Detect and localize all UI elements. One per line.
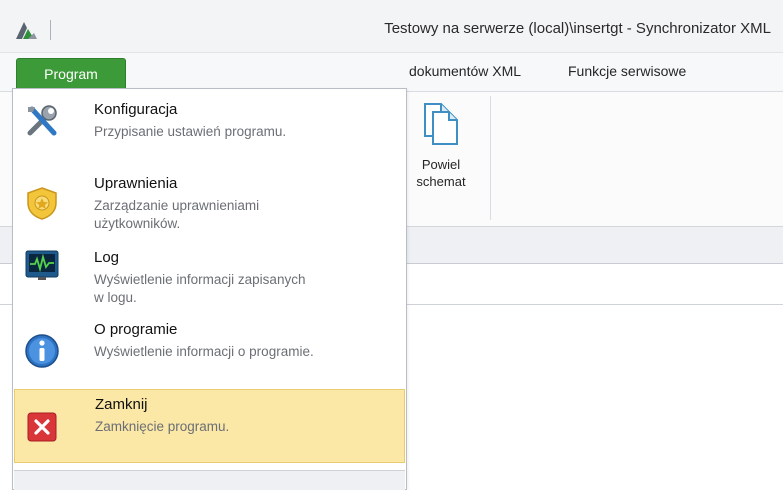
about-label: O programie <box>94 321 178 338</box>
duplicate-schema-button[interactable]: Powiel schemat <box>411 102 471 212</box>
close-icon <box>27 412 57 442</box>
duplicate-schema-label: Powiel schemat <box>416 157 466 189</box>
app-logo-icon[interactable] <box>14 19 38 41</box>
close-label: Zamknij <box>95 396 148 413</box>
menu-item-log[interactable]: Log Wyświetlenie informacji zapisanych w… <box>14 243 405 317</box>
log-description: Wyświetlenie informacji zapisanych w log… <box>94 272 306 305</box>
menu-item-permissions[interactable]: Uprawnienia Zarządzanie uprawnieniami uż… <box>14 169 405 243</box>
window-title: Testowy na serwerze (local)\insertgt - S… <box>384 20 771 37</box>
info-icon <box>25 334 59 368</box>
tools-icon <box>27 105 57 136</box>
tab-xml-documents[interactable]: dokumentów XML <box>409 63 521 79</box>
menu-item-close[interactable]: Zamknij Zamknięcie programu. <box>14 389 405 463</box>
configuration-description: Przypisanie ustawień programu. <box>94 124 287 139</box>
title-bar: Testowy na serwerze (local)\insertgt - S… <box>0 0 783 53</box>
tab-service-functions[interactable]: Funkcje serwisowe <box>568 63 686 79</box>
permissions-label: Uprawnienia <box>94 175 178 192</box>
close-description: Zamknięcie programu. <box>95 419 230 434</box>
permissions-description: Zarządzanie uprawnieniami użytkowników. <box>94 198 260 231</box>
ribbon-group-divider <box>490 96 491 220</box>
shield-icon <box>27 187 57 220</box>
about-description: Wyświetlenie informacji o programie. <box>94 344 314 359</box>
program-menu: Konfiguracja Przypisanie ustawień progra… <box>12 88 407 490</box>
tab-program[interactable]: Program <box>16 58 126 88</box>
configuration-label: Konfiguracja <box>94 101 178 118</box>
duplicate-icon <box>424 103 458 145</box>
menu-item-about[interactable]: O programie Wyświetlenie informacji o pr… <box>14 319 405 389</box>
menu-footer <box>14 470 405 490</box>
menu-item-configuration[interactable]: Konfiguracja Przypisanie ustawień progra… <box>14 91 405 165</box>
log-monitor-icon <box>25 250 59 280</box>
log-label: Log <box>94 249 120 266</box>
title-separator <box>50 20 51 40</box>
